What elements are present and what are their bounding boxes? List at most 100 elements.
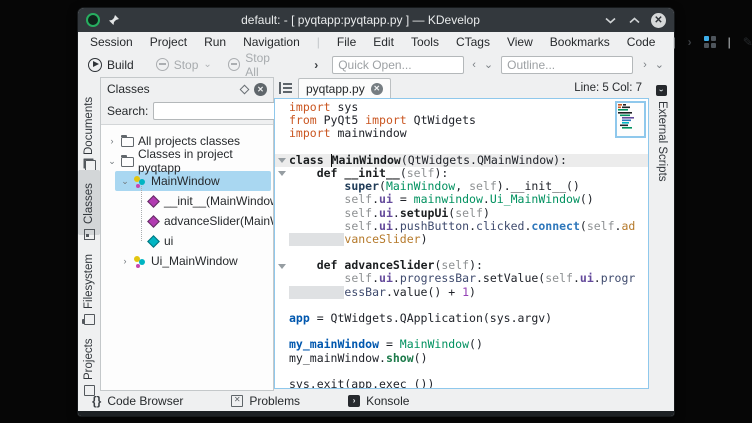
code-segment: = QtWidgets.QApplication(sys.argv) [310,312,552,325]
stop-all-button[interactable]: Stop All [228,51,284,79]
code-segment: vanceSlider [344,233,420,246]
tree-item--init-mainwindow-[interactable]: __init__(MainWindow) [101,191,273,211]
code-segment: ) [469,286,476,299]
stop-icon [156,58,169,71]
document-list-icon[interactable] [279,82,293,94]
nav-dropdown-chevron[interactable]: ⌄ [484,58,493,71]
tree-item-ui-mainwindow[interactable]: ›Ui_MainWindow [101,251,273,271]
menu-project[interactable]: Project [150,35,187,49]
statusbar-konsole-button[interactable]: ›Konsole [348,394,409,408]
code-segment: () [469,338,483,351]
code-segment: . [393,220,400,233]
code-segment: setupUi [400,207,448,220]
close-panel-button[interactable]: ✕ [254,83,267,96]
gutter [275,246,289,259]
fold-triangle-icon [278,171,286,176]
code-line[interactable] [275,365,648,378]
code-view[interactable]: import sysfrom PyQt5 import QtWidgetsimp… [274,98,649,389]
statusbar-problems-button[interactable]: Problems [231,394,300,408]
minimap-scrollbar[interactable] [615,101,646,138]
toolbar-expand-chevron[interactable]: › [314,58,318,72]
code-line[interactable]: self.ui.setupUi(self) [275,207,648,220]
menu-tools[interactable]: Tools [411,35,439,49]
tree-item-advanceslider-mainwindow-[interactable]: advanceSlider(MainWindow) [101,211,273,231]
code-segment: Ui_MainWindow [490,193,580,206]
menu-file[interactable]: File [337,35,356,49]
code-segment: . [372,272,379,285]
tab-close-icon[interactable]: ✕ [371,83,383,95]
maximize-button[interactable] [627,13,641,27]
code-line[interactable]: vanceSlider) [275,233,648,246]
gutter [275,286,289,299]
build-button[interactable]: Build [88,58,134,72]
code-segment: () [414,352,428,365]
menu-bookmarks[interactable]: Bookmarks [550,35,610,49]
code-line[interactable]: import mainwindow [275,127,648,140]
code-segment: self [545,272,573,285]
code-line[interactable]: app = QtWidgets.QApplication(sys.argv) [275,312,648,325]
nav-back-chevron[interactable]: ‹ [472,59,476,71]
code-line[interactable]: self.ui.progressBar.setValue(self.ui.pro… [275,272,648,285]
code-line[interactable]: sys.exit(app.exec_()) [275,378,648,389]
stop-dropdown-chevron[interactable]: ⌄ [203,59,211,70]
code-line[interactable]: my_mainWindow = MainWindow() [275,338,648,351]
menu-session[interactable]: Session [90,35,133,49]
dock-tab-projects[interactable]: Projects [78,324,100,391]
dock-tab-documents[interactable]: Documents [78,87,100,164]
statusbar-code-browser-button[interactable]: {}Code Browser [92,394,183,408]
toolbar-overflow-chevron[interactable]: › [688,35,692,49]
float-panel-icon[interactable] [240,84,250,94]
menu-view[interactable]: View [507,35,533,49]
code-segment [289,220,344,233]
code-segment: MainWindow [332,154,401,167]
code-text[interactable]: import sysfrom PyQt5 import QtWidgetsimp… [275,101,648,388]
menu-edit[interactable]: Edit [373,35,394,49]
minimize-button[interactable] [603,13,617,27]
code-line[interactable] [275,141,648,154]
quick-open-input[interactable] [332,56,464,74]
fold-marker[interactable] [275,154,289,167]
sessions-grid-icon[interactable] [704,36,716,48]
tree-expander-expanded[interactable]: ⌄ [120,176,130,187]
outline-input[interactable] [501,56,633,74]
menu-ctags[interactable]: CTags [456,35,490,49]
outline-dropdown-chevron[interactable]: ⌄ [655,58,664,71]
titlebar[interactable]: default: - [ pyqtapp:pyqtapp.py ] — KDev… [78,8,674,32]
code-segment: . [393,272,400,285]
code-segment: = [379,338,400,351]
code-segment: . [469,220,476,233]
problems-icon [231,395,243,407]
tree-expander-collapsed[interactable]: › [120,256,130,266]
gutter [275,220,289,233]
stop-button[interactable]: Stop ⌄ [156,58,212,72]
gutter [275,365,289,378]
code-segment: ui [379,220,393,233]
tree-expander-expanded[interactable]: ⌄ [107,156,117,167]
menu-code[interactable]: Code [627,35,656,49]
tree-expander-collapsed[interactable]: › [107,136,117,146]
tree-item-ui[interactable]: ui [101,231,273,251]
code-line[interactable]: self.ui.pushButton.clicked.connect(self.… [275,220,648,233]
tab-pyqtapp[interactable]: pyqtapp.py ✕ [298,78,391,98]
method-icon [147,215,160,228]
tree-item-classes-in-project-pyqtapp[interactable]: ⌄Classes in project pyqtapp [101,151,273,171]
dock-tab-external-scripts[interactable]: ›External Scripts [651,81,673,189]
code-segment: QtWidgets [407,114,476,127]
fold-marker[interactable] [275,167,289,180]
code-segment: ) [483,207,490,220]
tree-item-label: __init__(MainWindow) [164,194,273,208]
code-segment: . [524,220,531,233]
outline-forward-chevron[interactable]: › [643,59,647,71]
code-line[interactable]: essBar.value() + 1) [275,286,648,299]
close-button[interactable]: ✕ [651,13,666,28]
fold-marker[interactable] [275,259,289,272]
code-line[interactable]: my_mainWindow.show() [275,352,648,365]
dock-tab-classes[interactable]: Classes [78,170,100,235]
menu-navigation[interactable]: Navigation [243,35,300,49]
code-line[interactable]: self.ui = mainwindow.Ui_MainWindow() [275,193,648,206]
code-mode-button[interactable]: ✎ Code [743,35,752,49]
code-line[interactable]: class MainWindow(QtWidgets.QMainWindow): [275,154,648,167]
menu-run[interactable]: Run [204,35,226,49]
dock-tab-filesystem[interactable]: Filesystem [78,241,100,318]
code-segment: mainwindow [414,193,483,206]
